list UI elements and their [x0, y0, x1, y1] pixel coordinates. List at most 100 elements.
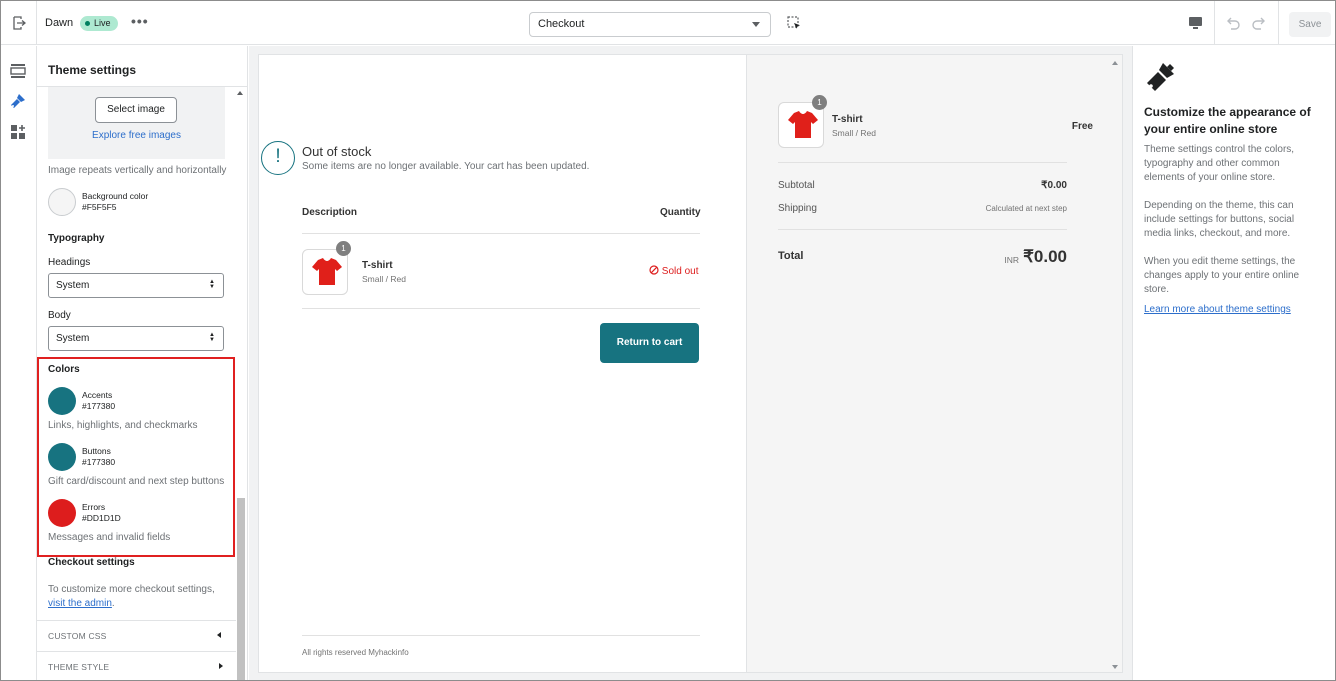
swatch-hex: #177380 [82, 401, 116, 411]
select-image-button[interactable]: Select image [95, 97, 177, 123]
live-badge: Live [80, 16, 118, 31]
inspect-button[interactable] [787, 16, 802, 34]
total-label: Total [778, 250, 804, 262]
caret-left-icon [217, 632, 221, 638]
info-title: Customize the appearance of your entire … [1144, 105, 1311, 136]
subtotal-value: ₹0.00 [1041, 180, 1067, 191]
theme-name: Dawn [45, 17, 74, 29]
image-repeat-help: Image repeats vertically and horizontall… [48, 165, 227, 176]
select-arrows-icon: ▲ ▼ [209, 279, 215, 290]
undo-button[interactable] [1225, 15, 1241, 34]
preview-scroll-down-arrow[interactable] [1112, 665, 1118, 669]
theme-style-label: THEME STYLE [48, 662, 110, 672]
explore-free-images-link[interactable]: Explore free images [48, 130, 225, 141]
summary-quantity-badge: 1 [812, 95, 827, 110]
summary-product-name: T-shirt [832, 114, 863, 125]
divider [778, 162, 1067, 163]
theme-settings-panel: Theme settings Select image Explore free… [37, 46, 248, 680]
swatch-hex: #177380 [82, 457, 116, 467]
total-value: ₹0.00 [1023, 247, 1067, 266]
exit-icon [12, 16, 26, 30]
custom-css-toggle[interactable]: CUSTOM CSS [37, 620, 236, 651]
swatch-name: Buttons [82, 446, 111, 456]
tshirt-image [312, 258, 342, 285]
background-color-swatch[interactable] [48, 188, 76, 216]
custom-css-label: CUSTOM CSS [48, 631, 107, 641]
checkout-help-suffix: . [111, 598, 115, 609]
preview-scroll-up-arrow[interactable] [1112, 61, 1118, 65]
rail-theme-settings-button[interactable] [10, 93, 26, 109]
divider [302, 635, 700, 636]
checkout-settings-heading: Checkout settings [48, 557, 135, 568]
checkout-settings-help: To customize more checkout settings, vis… [48, 583, 224, 611]
alert-icon: ! [261, 141, 295, 175]
theme-settings-icon [11, 94, 25, 108]
subtotal-label: Subtotal [778, 180, 815, 191]
quantity-header: Quantity [660, 207, 701, 218]
body-font-value: System [56, 333, 90, 344]
product-name: T-shirt [362, 260, 393, 271]
typography-heading: Typography [48, 233, 105, 244]
divider [1278, 1, 1279, 45]
swatch-hex: #F5F5F5 [82, 202, 117, 212]
buttons-help: Gift card/discount and next step buttons [48, 476, 225, 487]
swatch-name: Accents [82, 390, 113, 400]
errors-color-setting[interactable]: Errors #DD1D1D [48, 499, 228, 529]
top-bar: Dawn Live ••• Checkout Save [1, 1, 1335, 45]
save-button[interactable]: Save [1289, 12, 1331, 37]
out-of-stock-message: Some items are no longer available. Your… [302, 161, 590, 172]
checkout-help-prefix: To customize more checkout settings, [48, 584, 215, 595]
visit-admin-link[interactable]: visit the admin [48, 598, 112, 609]
divider [302, 308, 700, 309]
blocked-icon [649, 265, 659, 275]
headings-font-value: System [56, 280, 90, 291]
description-header: Description [302, 207, 358, 218]
product-variant: Small / Red [362, 274, 406, 284]
divider [302, 233, 700, 234]
swatch-hex: #DD1D1D [82, 513, 121, 523]
buttons-color-setting[interactable]: Buttons #177380 [48, 443, 228, 473]
editor-window: Dawn Live ••• Checkout Save Theme settin… [0, 0, 1336, 681]
apps-icon [11, 125, 25, 139]
colors-heading: Colors [48, 364, 80, 375]
learn-more-link[interactable]: Learn more about theme settings [1144, 304, 1291, 315]
buttons-color-swatch[interactable] [48, 443, 76, 471]
divider [778, 229, 1067, 230]
background-color-setting[interactable]: Background color #F5F5F5 [48, 188, 228, 218]
out-of-stock-title: Out of stock [302, 144, 372, 159]
accents-color-swatch[interactable] [48, 387, 76, 415]
order-summary: 1 T-shirt Small / Red Free Subtotal ₹0.0… [746, 55, 1122, 672]
page-selector[interactable]: Checkout [529, 12, 771, 37]
total-currency: INR [1004, 255, 1019, 265]
scrollbar-thumb[interactable] [237, 498, 245, 680]
rail-sections-button[interactable] [10, 63, 26, 79]
left-rail [1, 46, 37, 680]
page-selector-value: Checkout [538, 18, 585, 30]
info-panel: Customize the appearance of your entire … [1132, 46, 1335, 680]
shipping-label: Shipping [778, 203, 817, 214]
theme-style-toggle[interactable]: THEME STYLE [37, 651, 236, 680]
return-to-cart-button[interactable]: Return to cart [600, 323, 699, 363]
desktop-icon [1189, 17, 1202, 29]
accents-help: Links, highlights, and checkmarks [48, 420, 198, 431]
checkout-preview: ! Out of stock Some items are no longer … [258, 54, 1123, 673]
product-thumbnail [302, 249, 348, 295]
more-actions-button[interactable]: ••• [131, 14, 149, 28]
redo-button[interactable] [1251, 15, 1267, 34]
quantity-badge: 1 [336, 241, 351, 256]
desktop-view-button[interactable] [1188, 16, 1203, 33]
scroll-up-arrow[interactable] [237, 91, 243, 95]
headings-label: Headings [48, 257, 91, 268]
body-font-select[interactable]: System ▲ ▼ [48, 326, 224, 351]
accents-color-setting[interactable]: Accents #177380 [48, 387, 228, 417]
panel-title: Theme settings [48, 63, 137, 77]
swatch-name: Errors [82, 502, 106, 512]
paint-brush-icon [1144, 60, 1178, 97]
headings-font-select[interactable]: System ▲ ▼ [48, 273, 224, 298]
body-label: Body [48, 310, 71, 321]
summary-item-price: Free [1071, 121, 1093, 132]
rail-apps-button[interactable] [10, 124, 26, 140]
errors-color-swatch[interactable] [48, 499, 76, 527]
exit-button[interactable] [1, 1, 37, 45]
undo-icon [1227, 17, 1240, 30]
